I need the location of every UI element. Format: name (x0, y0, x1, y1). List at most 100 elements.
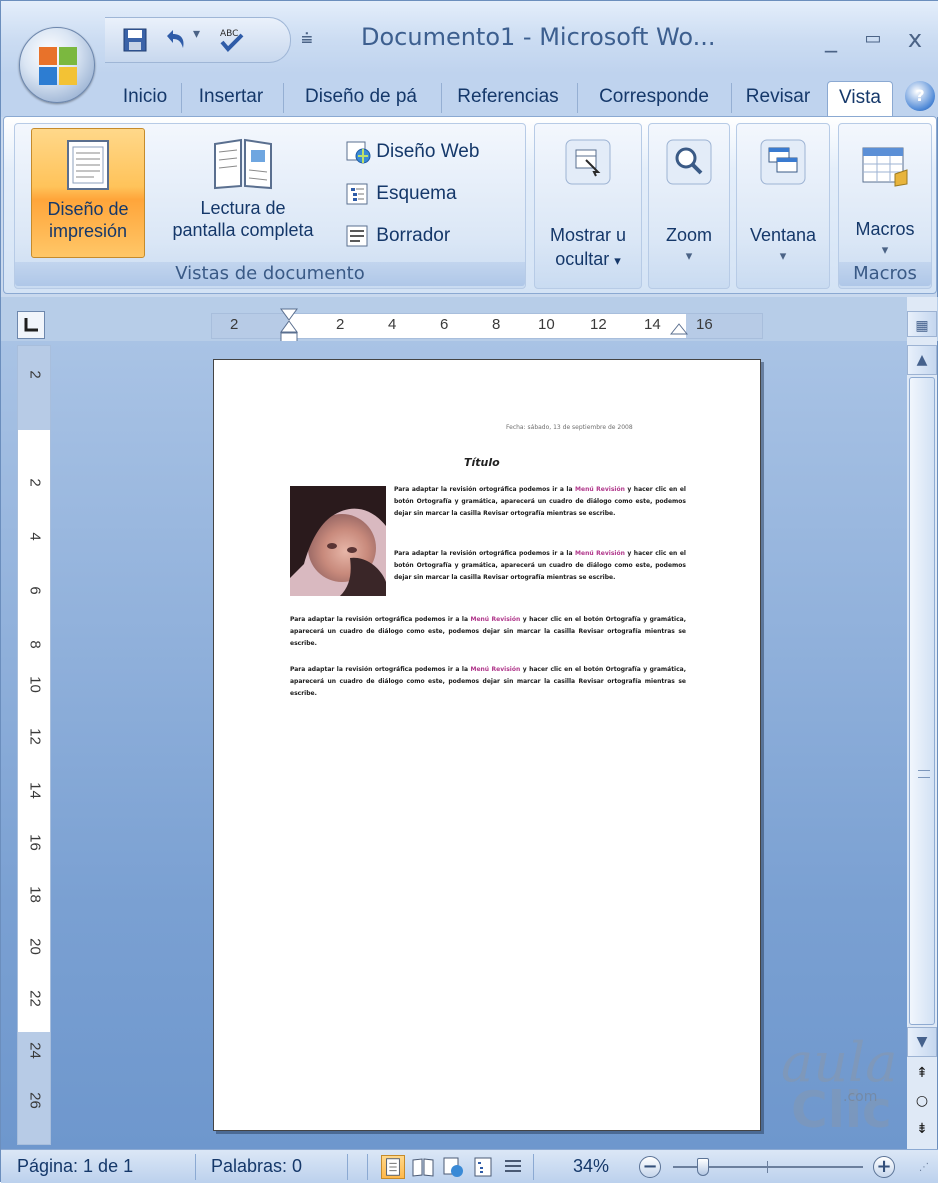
macros-label: Macros (855, 219, 915, 239)
horizontal-ruler[interactable]: 2 2 4 6 8 10 12 14 16 (211, 308, 763, 344)
group-mostrar-ocultar: Mostrar u ocultar ▾ (534, 123, 642, 289)
outline-button[interactable]: Esquema (345, 182, 457, 206)
minimize-button[interactable]: _ (811, 19, 851, 59)
ruler-tick: 10 (538, 316, 555, 333)
ruler-tick: 12 (26, 728, 44, 745)
group-zoom: Zoom ▾ (648, 123, 730, 289)
undo-icon[interactable] (161, 26, 189, 54)
chevron-down-icon: ▾ (685, 248, 693, 263)
ruler-tick: 6 (26, 586, 44, 595)
browse-object-icon[interactable]: ○ (907, 1087, 937, 1117)
web-layout-icon (346, 141, 371, 164)
zoom-icon (666, 139, 712, 185)
print-layout-button[interactable]: Diseño de impresión (31, 128, 145, 258)
document-page[interactable]: Fecha: sábado, 13 de septiembre de 2008 … (213, 359, 761, 1131)
group-label-macros: Macros (839, 262, 931, 286)
ruler-tick: 26 (26, 1092, 44, 1109)
tab-vista[interactable]: Vista (827, 81, 893, 117)
draft-view-icon[interactable] (501, 1155, 525, 1179)
ruler-tick: 2 (26, 478, 44, 487)
print-layout-label-1: Diseño de (47, 199, 129, 219)
previous-page-icon[interactable]: ⇞ (907, 1059, 937, 1089)
maximize-button[interactable]: ▭ (853, 19, 893, 59)
doc-paragraph: Para adaptar la revisión ortográfica pod… (290, 664, 686, 700)
window-title: Documento1 - Microsoft Wo... (361, 23, 716, 51)
ruler-tick: 2 (26, 370, 44, 379)
print-layout-view-icon[interactable] (381, 1155, 405, 1179)
ruler-tick: 18 (26, 886, 44, 903)
save-icon[interactable] (121, 26, 149, 54)
word-count[interactable]: Palabras: 0 (211, 1156, 302, 1177)
draft-label: Borrador (376, 225, 451, 247)
print-layout-label-2: impresión (48, 221, 128, 241)
office-button[interactable] (19, 27, 95, 103)
show-hide-icon (565, 139, 611, 185)
paragraph-text: Para adaptar la revisión ortográfica pod… (290, 616, 471, 623)
macros-button[interactable]: Macros ▾ (841, 130, 929, 260)
vertical-ruler[interactable]: 2 2 4 6 8 10 12 14 16 18 20 22 24 26 (17, 345, 51, 1145)
window-button[interactable]: Ventana ▾ (739, 130, 827, 280)
scrollbar-thumb[interactable] (909, 377, 935, 1025)
help-icon[interactable]: ? (905, 81, 935, 111)
close-button[interactable]: x (895, 19, 935, 59)
tab-inicio[interactable]: Inicio (113, 81, 177, 117)
show-hide-label-1: Mostrar u (549, 225, 627, 245)
draft-button[interactable]: Borrador (345, 224, 450, 248)
zoom-button[interactable]: Zoom ▾ (651, 130, 727, 280)
outline-view-icon[interactable] (471, 1155, 495, 1179)
resize-grip-icon[interactable]: ⋰ (919, 1162, 929, 1173)
draft-icon (346, 225, 368, 247)
page-count[interactable]: Página: 1 de 1 (17, 1156, 133, 1177)
outline-label: Esquema (376, 183, 457, 205)
svg-text:ABC: ABC (220, 29, 238, 39)
tab-correspondencia[interactable]: Corresponde (581, 81, 727, 117)
ruler-tick: 14 (644, 316, 661, 333)
zoom-in-button[interactable]: + (873, 1156, 895, 1178)
outline-icon (346, 183, 368, 205)
ruler-tick: 24 (26, 1042, 44, 1059)
doc-date: Fecha: sábado, 13 de septiembre de 2008 (506, 424, 633, 431)
undo-dropdown-icon[interactable]: ▾ (193, 26, 200, 42)
tab-insertar[interactable]: Insertar (185, 81, 277, 117)
next-page-icon[interactable]: ⇟ (907, 1115, 937, 1145)
scroll-down-icon[interactable]: ▼ (907, 1027, 937, 1057)
status-separator (195, 1154, 196, 1180)
tab-referencias[interactable]: Referencias (445, 81, 571, 117)
doc-paragraph: Para adaptar la revisión ortográfica pod… (290, 614, 686, 650)
tab-separator (283, 83, 284, 113)
ruler-tick: 8 (492, 316, 501, 333)
zoom-out-button[interactable]: − (639, 1156, 661, 1178)
tab-separator (577, 83, 578, 113)
window-label: Ventana (749, 225, 817, 245)
tab-revisar[interactable]: Revisar (735, 81, 821, 117)
word-window: ▾ ABC ⩧ Documento1 - Microsoft Wo... _ ▭… (0, 0, 938, 1183)
status-bar: Página: 1 de 1 Palabras: 0 34% − + ⋰ (1, 1149, 938, 1183)
paragraph-highlight: Menú Revisión (575, 486, 625, 493)
zoom-percentage[interactable]: 34% (573, 1156, 609, 1177)
full-screen-reading-button[interactable]: Lectura de pantalla completa (145, 128, 341, 258)
zoom-slider-midpoint (767, 1161, 768, 1173)
vertical-scrollbar[interactable]: ▦ ▲ ▼ ⇞ ○ ⇟ (907, 297, 937, 1149)
ruler-tick: 22 (26, 990, 44, 1007)
zoom-slider-thumb[interactable] (697, 1158, 709, 1176)
spelling-icon[interactable]: ABC (217, 26, 245, 54)
chevron-down-icon: ▾ (779, 248, 787, 263)
tab-separator (181, 83, 182, 113)
right-indent-icon[interactable] (670, 322, 688, 340)
web-layout-button[interactable]: Diseño Web (345, 140, 479, 164)
view-ruler-icon[interactable]: ▦ (907, 311, 937, 337)
web-view-icon[interactable] (441, 1155, 465, 1179)
doc-photo-image[interactable] (290, 486, 386, 596)
ruler-tick: 16 (696, 316, 713, 333)
customize-qat-icon[interactable]: ⩧ (301, 26, 313, 50)
indent-marker-icon[interactable] (280, 308, 298, 344)
reading-view-icon[interactable] (411, 1155, 435, 1179)
tab-selector-button[interactable] (17, 311, 45, 339)
paragraph-text: Para adaptar la revisión ortográfica pod… (290, 666, 471, 673)
scroll-up-icon[interactable]: ▲ (907, 345, 937, 375)
tab-diseno[interactable]: Diseño de pá (287, 81, 435, 117)
paragraph-text: Para adaptar la revisión ortográfica pod… (394, 486, 576, 493)
show-hide-button[interactable]: Mostrar u ocultar ▾ (537, 130, 639, 280)
ruler-tick: 6 (440, 316, 449, 333)
group-vistas-documento: Diseño de impresión Lectura de pantalla … (14, 123, 526, 289)
